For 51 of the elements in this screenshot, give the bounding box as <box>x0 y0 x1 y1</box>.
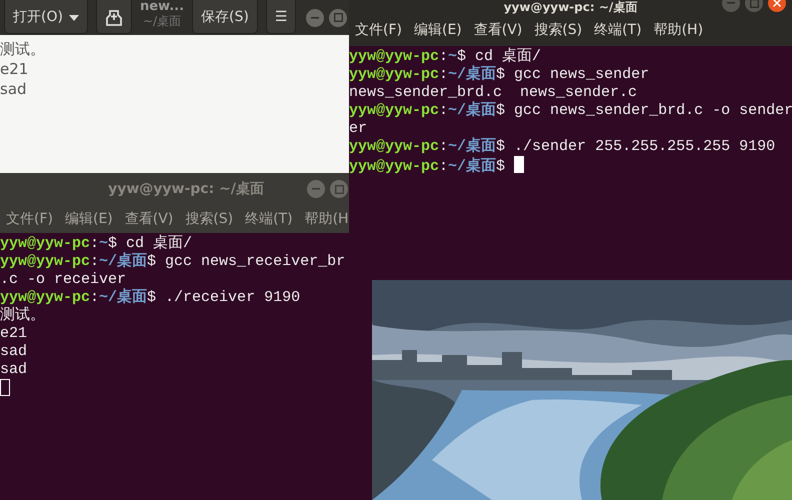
terminal-line: 测试。 <box>0 307 45 325</box>
menu-item[interactable]: 帮助(H) <box>654 20 704 40</box>
document-path: ~/桌面 <box>142 15 182 29</box>
new-document-icon <box>104 10 123 26</box>
terminal-line: yyw@yyw-pc:~/桌面$ <box>349 156 524 176</box>
text-line: 测试。 <box>0 39 45 59</box>
terminal-line: yyw@yyw-pc:~/桌面$ gcc news_sender <box>349 66 650 84</box>
terminal-line: yyw@yyw-pc:~/桌面$ gcc news_receiver_br <box>0 253 346 271</box>
terminal-line: .c -o receiver <box>0 271 126 288</box>
menu-item[interactable]: 查看(V) <box>474 20 522 40</box>
terminal-line: sad <box>0 361 28 379</box>
menu-button[interactable]: ☰ <box>266 0 296 34</box>
new-document-button[interactable] <box>96 0 132 34</box>
menu-item[interactable]: 文件(F) <box>6 208 53 230</box>
window-title: yyw@yyw-pc: ~/桌面 <box>504 0 638 16</box>
terminal-line: sad <box>0 343 28 361</box>
terminal-line: yyw@yyw-pc:~$ cd 桌面/ <box>0 235 192 252</box>
menu-item[interactable]: 搜索(S) <box>185 208 234 230</box>
document-title: new... <box>140 0 184 15</box>
terminal-line: yyw@yyw-pc:~/桌面$ ./sender 255.255.255.255 9190 <box>349 138 776 156</box>
maximize-icon <box>334 184 344 194</box>
caret-icon <box>68 14 79 20</box>
terminal-line: news_sender_brd.c news_sender.c <box>349 84 638 101</box>
text-line: e21 <box>0 59 28 79</box>
maximize-icon <box>334 13 343 22</box>
minimize-button[interactable] <box>306 8 324 26</box>
minimize-button[interactable] <box>307 180 325 198</box>
save-button[interactable]: 保存(S) <box>192 0 258 34</box>
maximize-button[interactable] <box>329 8 348 26</box>
terminal-line: yyw@yyw-pc:~/桌面$ gcc news_sender_brd.c -o sender <box>349 102 792 120</box>
close-icon <box>773 0 781 7</box>
maximize-icon <box>750 0 758 8</box>
terminal-line: yyw@yyw-pc:~$ cd 桌面/ <box>349 48 542 65</box>
menu-item[interactable]: 搜索(S) <box>534 20 582 40</box>
window-title: yyw@yyw-pc: ~/桌面 <box>108 180 264 198</box>
menu-item[interactable]: 编辑(E) <box>64 208 113 230</box>
terminal-line: er <box>349 120 368 138</box>
text-line: sad <box>0 79 27 99</box>
terminal-line: e21 <box>0 325 28 343</box>
minimize-icon <box>727 2 735 4</box>
terminal-line: yyw@yyw-pc:~/桌面$ ./receiver 9190 <box>0 289 300 306</box>
maximize-button[interactable] <box>330 180 348 198</box>
open-button[interactable]: 打开(O) <box>4 0 88 34</box>
menu-item[interactable]: 终端(T) <box>594 20 642 40</box>
menu-item[interactable]: 帮助(H <box>304 208 349 230</box>
minimize-icon <box>312 188 320 190</box>
menu-item[interactable]: 文件(F) <box>355 20 402 40</box>
menu-item[interactable]: 编辑(E) <box>414 20 462 40</box>
menu-item[interactable]: 查看(V) <box>124 208 174 230</box>
minimize-icon <box>311 16 320 18</box>
menu-item[interactable]: 终端(T) <box>245 208 293 230</box>
